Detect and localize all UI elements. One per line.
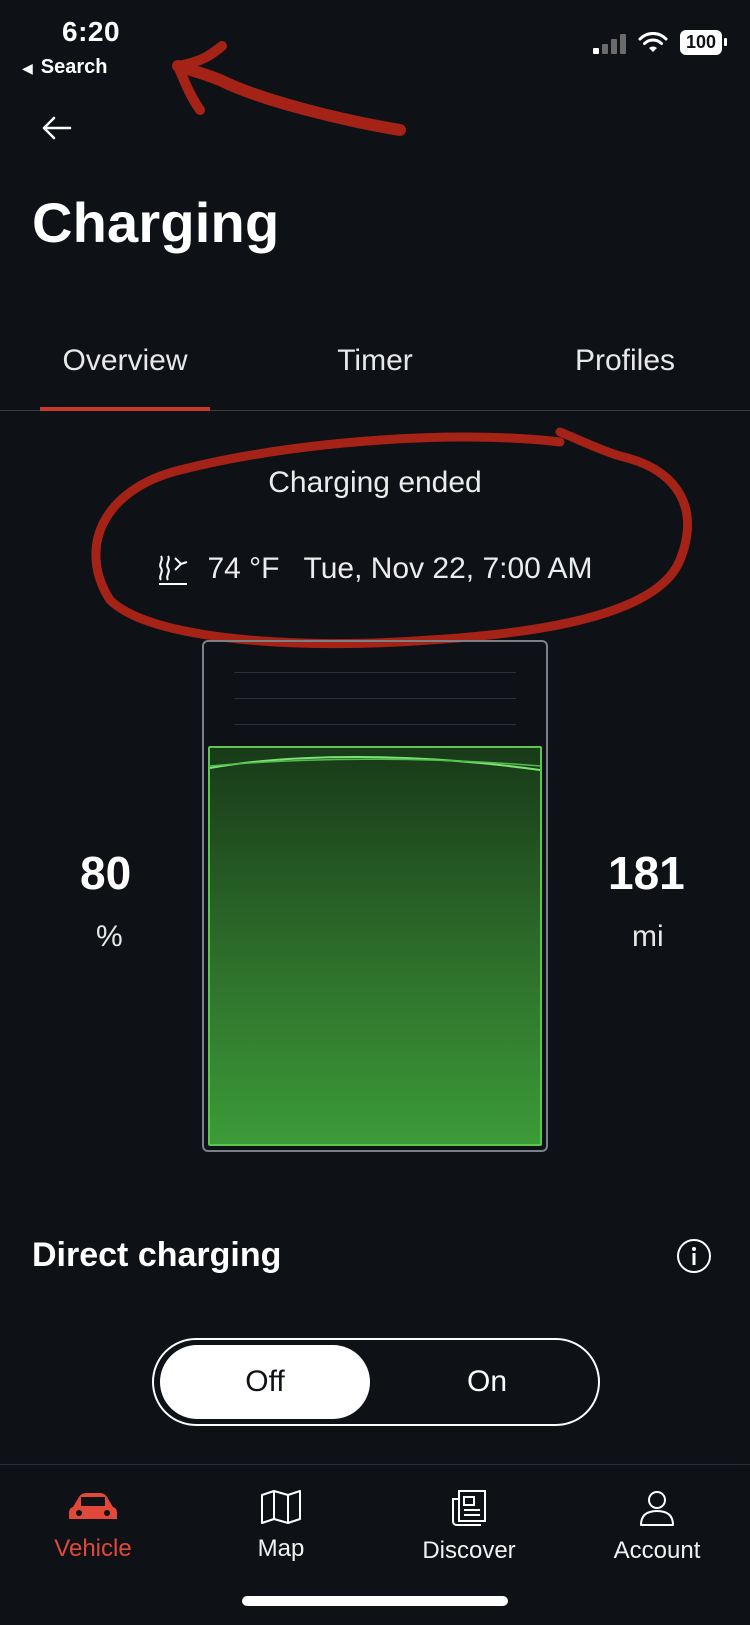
charging-status-text: Charging ended xyxy=(268,466,482,499)
tab-profiles[interactable]: Profiles xyxy=(500,340,750,410)
nav-discover[interactable]: Discover xyxy=(394,1489,544,1565)
toggle-off-option[interactable]: Off xyxy=(160,1345,370,1419)
tab-timer[interactable]: Timer xyxy=(250,340,500,410)
charging-meta-row: 74 °F Tue, Nov 22, 7:00 AM xyxy=(0,552,750,586)
gauge-grid-line xyxy=(234,698,516,699)
soc-unit: % xyxy=(96,920,123,953)
battery-fill xyxy=(208,746,542,1146)
back-triangle-icon: ◀ xyxy=(22,59,33,76)
map-icon xyxy=(261,1490,301,1524)
nav-vehicle-label: Vehicle xyxy=(54,1535,132,1562)
status-indicators: 100 xyxy=(592,30,728,55)
news-icon xyxy=(452,1490,486,1526)
soc-value: 80 xyxy=(80,847,132,899)
status-time: 6:20 xyxy=(62,16,121,47)
direct-charging-title: Direct charging xyxy=(32,1236,282,1274)
back-to-search-link[interactable]: ◀ Search xyxy=(22,56,108,79)
car-icon xyxy=(69,1493,117,1519)
back-app-label: Search xyxy=(40,56,108,78)
gauge-grid-line xyxy=(234,724,516,725)
cellular-signal-icon xyxy=(592,32,626,54)
nav-discover-label: Discover xyxy=(422,1537,516,1564)
nav-vehicle[interactable]: Vehicle xyxy=(18,1489,168,1563)
wifi-icon xyxy=(638,31,668,52)
charge-wave-icon xyxy=(209,756,541,771)
climate-heat-icon xyxy=(159,555,188,585)
info-icon[interactable] xyxy=(676,1238,712,1274)
nav-map[interactable]: Map xyxy=(206,1489,356,1563)
home-indicator[interactable] xyxy=(242,1596,508,1606)
nav-map-label: Map xyxy=(257,1535,305,1562)
battery-gauge xyxy=(202,640,548,1152)
nav-account-label: Account xyxy=(613,1537,701,1564)
toggle-on-option[interactable]: On xyxy=(382,1345,592,1419)
direct-charging-toggle: Off On xyxy=(152,1338,600,1426)
user-icon xyxy=(640,1491,674,1526)
nav-account[interactable]: Account xyxy=(582,1489,732,1565)
range-value: 181 xyxy=(608,847,685,899)
tab-bar: Overview Timer Profiles xyxy=(0,340,750,411)
temperature-value: 74 °F xyxy=(207,552,280,585)
charge-datetime: Tue, Nov 22, 7:00 AM xyxy=(303,552,593,585)
back-arrow-icon[interactable] xyxy=(38,110,74,146)
range-unit: mi xyxy=(632,920,664,953)
page-title: Charging xyxy=(32,191,280,254)
gauge-grid-line xyxy=(234,672,516,673)
battery-indicator: 100 xyxy=(679,30,728,55)
temperature-group: 74 °F xyxy=(157,552,279,586)
tab-overview[interactable]: Overview xyxy=(0,340,250,411)
